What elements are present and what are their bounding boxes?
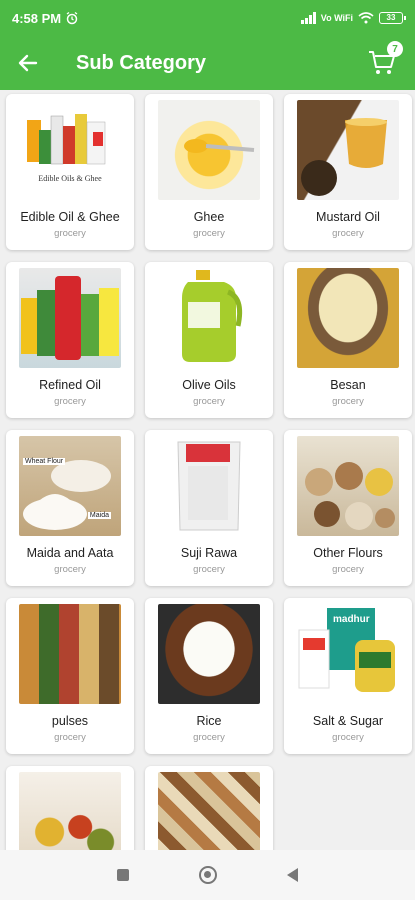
category-name: Refined Oil [39,378,101,392]
battery-level: 33 [386,13,396,22]
maida-image: Wheat Flour Maida [19,436,121,536]
category-type: grocery [54,228,86,239]
flour-bowls-icon [305,462,395,530]
category-type: grocery [54,564,86,575]
image-caption: madhur [333,614,370,625]
category-name: Besan [330,378,366,392]
ghee-image [158,100,260,200]
category-name: Edible Oil & Ghee [20,210,120,224]
suji-image [158,436,260,536]
category-card[interactable]: Ghee grocery [145,94,273,250]
category-card[interactable]: Suji Rawa grocery [145,430,273,586]
edible-oil-image: Edible Oils & Ghee [19,100,121,200]
status-time: 4:58 PM [12,10,62,26]
category-name: Rice [196,714,222,728]
category-name: Maida and Aata [26,546,114,560]
status-right: Vo WiFi 33 [300,12,406,24]
category-type: grocery [54,732,86,743]
refined-oil-image [19,268,121,368]
oil-glass-icon [301,118,387,196]
recents-button[interactable] [117,869,129,881]
mustard-oil-image [297,100,399,200]
category-name: Suji Rawa [180,546,238,560]
status-left: 4:58 PM [12,11,79,26]
category-type: grocery [332,564,364,575]
category-type: grocery [332,732,364,743]
image-caption: Wheat Flour [23,458,66,465]
alarm-icon [66,11,78,25]
category-card[interactable]: Mustard Oil grocery [284,94,412,250]
status-bar: 4:58 PM Vo WiFi 33 [0,0,415,36]
category-name: Other Flours [313,546,383,560]
network-label: Vo WiFi [320,13,353,23]
category-card[interactable]: Besan grocery [284,262,412,418]
system-nav-bar [0,850,415,900]
category-card[interactable]: Olive Oils grocery [145,262,273,418]
cart-button[interactable]: 7 [367,41,403,79]
category-card[interactable]: Refined Oil grocery [6,262,134,418]
category-card[interactable] [6,766,134,850]
category-type: grocery [193,732,225,743]
category-type: grocery [54,396,86,407]
category-type: grocery [193,228,225,239]
signal-icon [300,12,316,24]
rice-image [158,604,260,704]
category-type: grocery [193,564,225,575]
back-button[interactable] [0,36,56,90]
battery-icon: 33 [379,12,406,24]
category-name: Salt & Sugar [312,714,384,728]
pulses-image [19,604,121,704]
category-name: pulses [51,714,89,728]
oil-bottles-icon [27,114,106,165]
category-type: grocery [193,396,225,407]
wifi-icon [358,12,374,24]
category-name: Mustard Oil [316,210,380,224]
cart-count-badge: 7 [387,41,403,57]
image-caption: Edible Oils & Ghee [38,174,102,183]
arrow-left-icon [18,54,38,72]
suji-packet-icon [177,441,241,531]
app-bar: Sub Category 7 [0,36,415,90]
flour-piles-icon [23,460,111,530]
salt-sugar-image: madhur [297,604,399,704]
subcategory-grid: Edible Oils & Ghee Edible Oil & Ghee gro… [0,90,415,850]
image-caption-2: Maida [87,512,111,519]
category-card[interactable]: Edible Oils & Ghee Edible Oil & Ghee gro… [6,94,134,250]
nav-back-button[interactable] [287,868,298,882]
category-name: Ghee [193,210,225,224]
olive-oil-jar-icon [182,270,243,362]
oil-cans-icon [21,276,119,360]
home-button[interactable] [199,866,217,884]
category-card[interactable]: Wheat Flour Maida Maida and Aata grocery [6,430,134,586]
spices-image [19,772,121,850]
besan-image [297,268,399,368]
category-type: grocery [332,228,364,239]
category-card[interactable]: Other Flours grocery [284,430,412,586]
category-card[interactable]: Rice grocery [145,598,273,754]
category-card[interactable]: madhur Salt & Sugar grocery [284,598,412,754]
flours-image [297,436,399,536]
category-card[interactable] [145,766,273,850]
category-type: grocery [332,396,364,407]
spoon-icon [184,139,255,153]
category-card[interactable]: pulses grocery [6,598,134,754]
olive-oil-image [158,268,260,368]
category-name: Olive Oils [182,378,236,392]
dry-fruits-image [158,772,260,850]
page-title: Sub Category [76,51,207,74]
